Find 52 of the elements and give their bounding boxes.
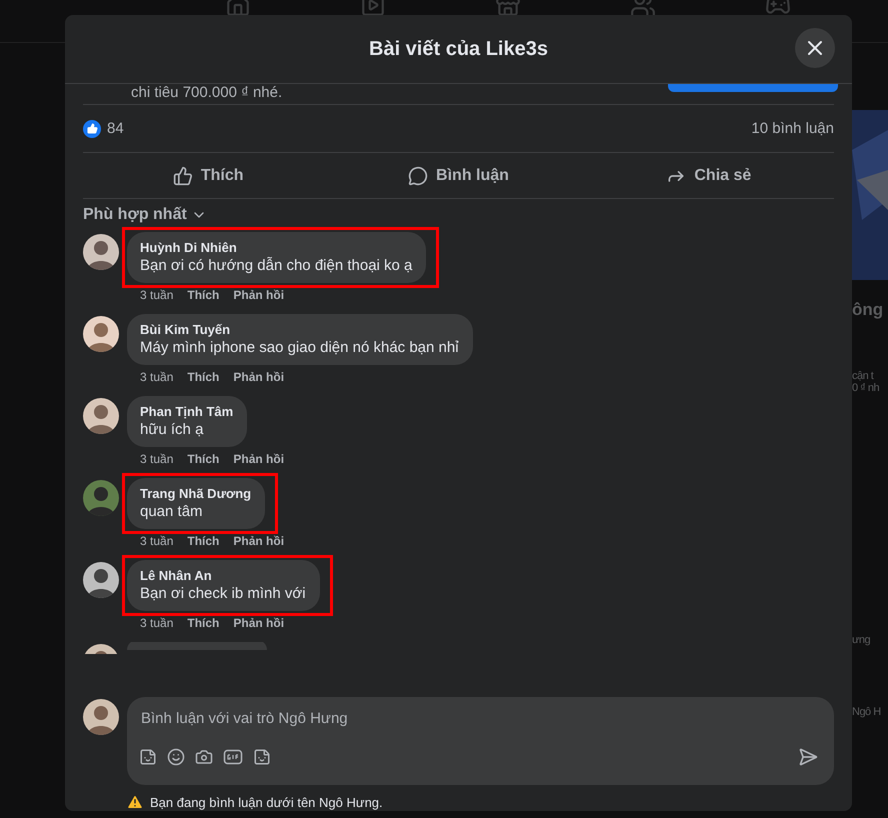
notice-text: Bạn đang bình luận dưới tên Ngô Hưng.	[150, 794, 383, 810]
comment-time[interactable]: 3 tuần	[140, 452, 174, 466]
cut-off-text: Ngô H	[852, 706, 882, 718]
like-icon	[83, 120, 101, 138]
comment-time[interactable]: 3 tuần	[140, 288, 174, 302]
commenter-name[interactable]: Phan Tịnh Tâm	[140, 404, 234, 419]
camera-icon	[195, 748, 213, 766]
dialog-title: Bài viết của Like3s	[369, 38, 548, 60]
comment-time[interactable]: 3 tuần	[140, 534, 174, 548]
action-button[interactable]: Thích	[83, 153, 334, 198]
speech-bubble-icon	[408, 166, 428, 186]
commenter-name[interactable]: Lê Nhân An	[140, 568, 306, 583]
commenter-name[interactable]: Huỳnh Di Nhiên	[140, 240, 412, 255]
comment-time[interactable]: 3 tuần	[140, 370, 174, 384]
reply-link[interactable]: Phản hồi	[233, 534, 284, 548]
like-count[interactable]: 84	[83, 120, 124, 138]
like-link[interactable]: Thích	[187, 370, 220, 384]
comment-time[interactable]: 3 tuần	[140, 616, 174, 630]
comment-input[interactable]: Bình luận với vai trò Ngô Hưng	[127, 697, 834, 785]
cut-off-text: ưng	[852, 634, 872, 646]
post-text: chi tiêu 700.000 ₫ nhé.	[130, 84, 282, 101]
comment-text: quan tâm	[140, 503, 204, 520]
reply-link[interactable]: Phản hồi	[233, 616, 284, 630]
like-link[interactable]: Thích	[187, 288, 220, 302]
cut-off-text: ông	[852, 300, 884, 320]
thumbs-up-icon	[172, 166, 193, 186]
comment-count[interactable]: 10 bình luận	[751, 120, 834, 137]
like-link[interactable]: Thích	[187, 452, 220, 466]
sort-dropdown[interactable]: Phù hợp nhất	[83, 206, 207, 224]
action-button[interactable]: Bình luận	[333, 153, 584, 198]
close-button[interactable]	[795, 28, 835, 68]
sticker-icon	[139, 748, 157, 766]
reply-link[interactable]: Phản hồi	[233, 452, 284, 466]
sticker-icon	[253, 748, 271, 766]
comment-text-field[interactable]: Bình luận với vai trò Ngô Hưng	[139, 697, 834, 739]
action-button[interactable]: Chia sẻ	[584, 153, 834, 198]
reply-link[interactable]: Phản hồi	[233, 370, 284, 384]
comment-text: hữu ích ạ	[140, 421, 204, 438]
gif-icon	[223, 747, 243, 767]
comment-text: Bạn ơi có hướng dẫn cho điện thoại ko ạ	[140, 257, 412, 274]
comment-text: Bạn ơi check ib mình với	[140, 585, 306, 602]
cut-off-text: cận t	[852, 370, 875, 382]
commenter-name[interactable]: Bùi Kim Tuyến	[140, 322, 459, 337]
smiley-icon	[167, 748, 185, 766]
like-link[interactable]: Thích	[187, 616, 220, 630]
send-icon	[798, 747, 818, 767]
comment-text: Máy mình iphone sao giao diện nó khác bạn nhỉ	[140, 339, 459, 356]
reply-link[interactable]: Phản hồi	[233, 288, 284, 302]
commenter-name[interactable]: Trang Nhã Dương	[140, 486, 252, 501]
like-link[interactable]: Thích	[187, 534, 220, 548]
cut-off-text: 0 ₫ nh	[852, 382, 880, 394]
post-button[interactable]	[668, 84, 838, 92]
